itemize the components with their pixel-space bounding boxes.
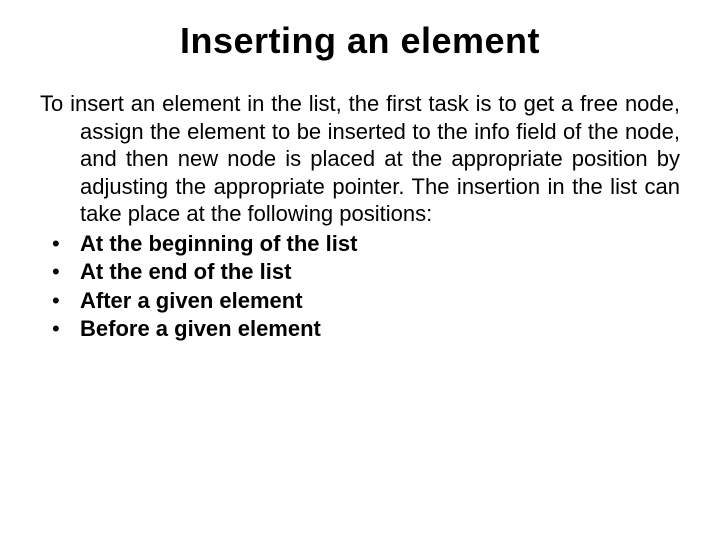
intro-paragraph: To insert an element in the list, the fi… <box>40 90 680 228</box>
position-list: At the beginning of the list At the end … <box>40 230 680 344</box>
list-item: At the end of the list <box>40 258 680 287</box>
slide-content: To insert an element in the list, the fi… <box>40 90 680 344</box>
slide-title: Inserting an element <box>40 20 680 62</box>
list-item: At the beginning of the list <box>40 230 680 259</box>
list-item: Before a given element <box>40 315 680 344</box>
list-item: After a given element <box>40 287 680 316</box>
